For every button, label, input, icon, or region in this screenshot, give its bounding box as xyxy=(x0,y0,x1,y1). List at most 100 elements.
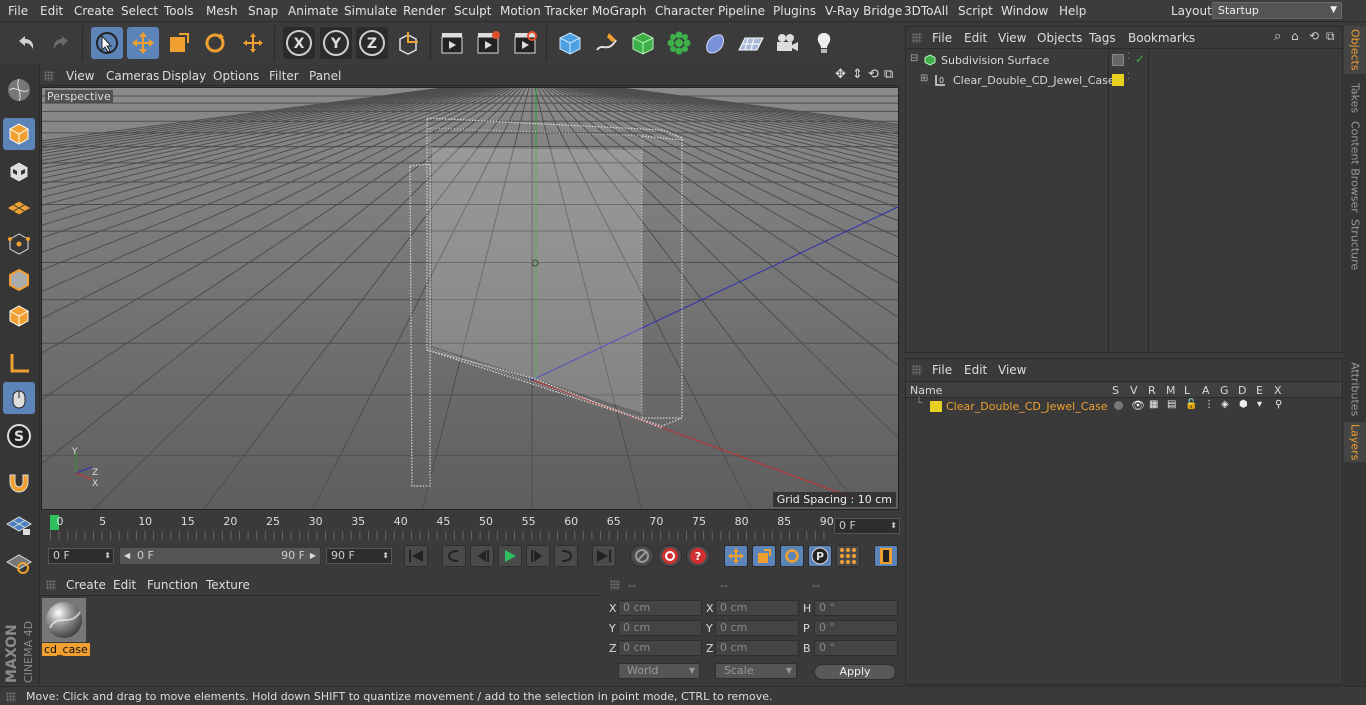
generator-icon[interactable]: ◈ xyxy=(1221,399,1229,410)
keyframe-selection-icon[interactable]: ? xyxy=(686,545,710,567)
layer-menu-file[interactable]: File xyxy=(932,363,952,377)
tab-objects[interactable]: Objects xyxy=(1344,26,1366,74)
texture-mode-icon[interactable] xyxy=(3,156,35,188)
cube-primitive-icon[interactable] xyxy=(554,27,586,59)
prev-frame-icon[interactable] xyxy=(470,545,494,567)
col-visible[interactable]: V xyxy=(1130,384,1138,397)
timeline-window-icon[interactable] xyxy=(874,545,898,567)
col-name[interactable]: Name xyxy=(910,384,942,397)
panel-grip-icon[interactable] xyxy=(46,580,56,590)
key-parameter-icon[interactable]: P xyxy=(808,545,832,567)
pen-spline-icon[interactable] xyxy=(591,27,623,59)
rotation-p-field[interactable]: 0 ° xyxy=(814,620,898,636)
play-icon[interactable] xyxy=(498,545,522,567)
layer-color-swatch[interactable] xyxy=(1112,74,1124,86)
frame-range-slider[interactable]: ◀ 0 F 90 F ▶ xyxy=(120,548,320,564)
home-icon[interactable]: ⌂ xyxy=(1291,29,1299,43)
key-pla-icon[interactable] xyxy=(836,545,860,567)
viewport-menu-cameras[interactable]: Cameras xyxy=(106,69,159,83)
z-axis-icon[interactable]: Z xyxy=(356,27,388,59)
viewport-menu-options[interactable]: Options xyxy=(213,69,259,83)
x-axis-icon[interactable]: X xyxy=(283,27,315,59)
col-deformers[interactable]: D xyxy=(1238,384,1246,397)
object-menu-view[interactable]: View xyxy=(998,31,1026,45)
material-menu-function[interactable]: Function xyxy=(147,578,198,592)
menu-snap[interactable]: Snap xyxy=(248,4,278,18)
panel-grip-icon[interactable] xyxy=(610,580,620,590)
timeline-ruler[interactable]: 0 5 10 15 20 25 30 35 40 45 50 55 60 65 70 75 80 85 90 xyxy=(40,511,902,543)
panel-grip-icon[interactable] xyxy=(44,71,54,81)
light-icon[interactable] xyxy=(808,27,840,59)
menu-script[interactable]: Script xyxy=(958,4,993,18)
enabled-check-icon[interactable]: ✓ xyxy=(1135,52,1145,66)
xref-icon[interactable]: ⚲ xyxy=(1275,399,1282,410)
points-mode-icon[interactable] xyxy=(3,228,35,260)
object-menu-tags[interactable]: Tags xyxy=(1089,31,1116,45)
material-item[interactable]: cd_case xyxy=(42,598,90,658)
size-x-field[interactable]: 0 cm xyxy=(715,600,799,616)
solo-mode-icon[interactable]: S xyxy=(3,420,35,452)
panel-grip-icon[interactable] xyxy=(912,365,922,375)
layer-color-swatch[interactable] xyxy=(1112,54,1124,66)
viewport-menu-filter[interactable]: Filter xyxy=(269,69,299,83)
object-menu-file[interactable]: File xyxy=(932,31,952,45)
col-animation[interactable]: A xyxy=(1202,384,1210,397)
workplane-lock-icon[interactable] xyxy=(3,508,35,540)
lock-icon[interactable]: 🔓 xyxy=(1185,399,1197,410)
menu-create[interactable]: Create xyxy=(74,4,114,18)
subdivision-generator-icon[interactable] xyxy=(627,27,659,59)
viewport-menu-display[interactable]: Display xyxy=(162,69,206,83)
menu-plugins[interactable]: Plugins xyxy=(773,4,816,18)
tab-takes[interactable]: Takes xyxy=(1344,78,1366,118)
new-window-icon[interactable]: ⧉ xyxy=(1326,29,1335,44)
current-frame-field[interactable]: 0 F ⬍ xyxy=(834,518,900,534)
rotate-icon[interactable] xyxy=(199,27,231,59)
model-mode-icon[interactable] xyxy=(3,118,35,150)
menu-motion-tracker[interactable]: Motion Tracker xyxy=(500,4,588,18)
key-position-icon[interactable] xyxy=(724,545,748,567)
menu-vray-bridge[interactable]: V-Ray Bridge xyxy=(825,4,902,18)
object-menu-edit[interactable]: Edit xyxy=(964,31,987,45)
material-menu-edit[interactable]: Edit xyxy=(113,578,136,592)
col-xref[interactable]: X xyxy=(1274,384,1282,397)
viewport-pan-icon[interactable]: ✥ xyxy=(835,67,846,82)
y-axis-icon[interactable]: Y xyxy=(320,27,352,59)
prev-key-icon[interactable] xyxy=(442,545,466,567)
layer-row[interactable]: └ Clear_Double_CD_Jewel_Case 👁 ▦ ▤ 🔓 ⋮ ◈… xyxy=(906,398,1342,415)
col-render[interactable]: R xyxy=(1148,384,1156,397)
layer-menu-view[interactable]: View xyxy=(998,363,1026,377)
menu-animate[interactable]: Animate xyxy=(288,4,338,18)
end-frame-field[interactable]: 90 F ⬍ xyxy=(326,548,392,564)
size-y-field[interactable]: 0 cm xyxy=(715,620,799,636)
render-view-icon[interactable] xyxy=(436,27,468,59)
tab-content-browser[interactable]: Content Browser xyxy=(1344,121,1366,213)
autokey-icon[interactable] xyxy=(658,545,682,567)
panel-grip-icon[interactable] xyxy=(6,692,16,702)
menu-3dtoall[interactable]: 3DToAll xyxy=(904,4,948,18)
make-editable-icon[interactable] xyxy=(3,74,35,106)
redo-icon[interactable] xyxy=(45,27,77,59)
menu-sculpt[interactable]: Sculpt xyxy=(454,4,491,18)
col-generators[interactable]: G xyxy=(1220,384,1229,397)
tab-layers[interactable]: Layers xyxy=(1344,422,1366,462)
render-clapper-icon[interactable]: ▦ xyxy=(1149,399,1158,410)
menu-simulate[interactable]: Simulate xyxy=(344,4,397,18)
col-expressions[interactable]: E xyxy=(1256,384,1263,397)
menu-edit[interactable]: Edit xyxy=(40,4,63,18)
deformer-icon[interactable] xyxy=(699,27,731,59)
key-scale-icon[interactable] xyxy=(752,545,776,567)
panel-grip-icon[interactable] xyxy=(912,33,922,43)
menu-window[interactable]: Window xyxy=(1001,4,1048,18)
object-menu-objects[interactable]: Objects xyxy=(1037,31,1082,45)
cloner-icon[interactable] xyxy=(663,27,695,59)
camera-icon[interactable] xyxy=(771,27,803,59)
search-icon[interactable]: ⌕ xyxy=(1274,29,1281,44)
render-picture-viewer-icon[interactable] xyxy=(472,27,504,59)
size-mode-dropdown[interactable]: Scale ▼ xyxy=(715,663,797,679)
world-coordinates-icon[interactable] xyxy=(393,27,425,59)
object-name[interactable]: Subdivision Surface xyxy=(941,54,1049,67)
scale-icon[interactable] xyxy=(163,27,195,59)
tab-structure[interactable]: Structure xyxy=(1344,218,1366,272)
viewport-menu-panel[interactable]: Panel xyxy=(309,69,341,83)
layout-select[interactable]: Startup ▼ xyxy=(1212,2,1342,19)
